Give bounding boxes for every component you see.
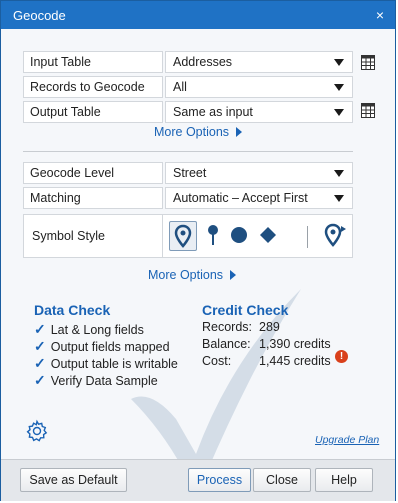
geocode-level-select[interactable]: Street (165, 162, 353, 184)
records-value: All (173, 80, 187, 94)
input-table-label: Input Table (23, 51, 163, 73)
title-bar[interactable]: Geocode × (1, 1, 395, 29)
symbol-style-label: Symbol Style (32, 229, 105, 243)
symbol-diamond-button[interactable] (255, 221, 283, 251)
output-table-label: Output Table (23, 101, 163, 123)
input-table-row: Input Table Addresses (23, 51, 383, 73)
matching-label: Matching (23, 187, 163, 209)
geocode-level-label: Geocode Level (23, 162, 163, 184)
save-as-default-button[interactable]: Save as Default (20, 468, 127, 492)
chevron-down-icon (334, 84, 344, 91)
data-check-title: Data Check (34, 302, 111, 318)
records-label: Records to Geocode (23, 76, 163, 98)
more-options-label: More Options (154, 125, 230, 139)
matching-row: Matching Automatic – Accept First (23, 187, 383, 209)
close-icon[interactable]: × (371, 6, 389, 24)
data-check-item: ✓ Output fields mapped (34, 338, 170, 354)
symbol-style-box: Symbol Style (23, 214, 353, 258)
chevron-down-icon (334, 109, 344, 116)
symbol-pin-button[interactable] (169, 221, 197, 251)
check-icon: ✓ (34, 321, 46, 337)
cost-value: 1,445 credits (259, 354, 331, 368)
input-table-value: Addresses (173, 55, 233, 69)
check-icon: ✓ (34, 338, 46, 354)
matching-value: Automatic – Accept First (173, 191, 308, 205)
table-icon[interactable] (361, 55, 375, 70)
section-divider (23, 151, 353, 152)
symbol-push-pin-button[interactable] (200, 221, 228, 251)
matching-select[interactable]: Automatic – Accept First (165, 187, 353, 209)
balance-value: 1,390 credits (259, 337, 331, 351)
chevron-down-icon (334, 170, 344, 177)
table-icon[interactable] (361, 103, 375, 118)
close-button[interactable]: Close (253, 468, 311, 492)
help-button[interactable]: Help (315, 468, 373, 492)
output-table-select[interactable]: Same as input (165, 101, 353, 123)
geocode-dialog: Geocode × Input Table Addresses Records … (0, 0, 396, 501)
chevron-down-icon (334, 59, 344, 66)
data-check-item: ✓ Verify Data Sample (34, 372, 158, 388)
chevron-down-icon (334, 195, 344, 202)
records-count-label: Records: (202, 320, 253, 334)
circle-icon (231, 227, 247, 243)
check-icon: ✓ (34, 372, 46, 388)
output-table-value: Same as input (173, 105, 253, 119)
input-table-select[interactable]: Addresses (165, 51, 353, 73)
records-row: Records to Geocode All (23, 76, 383, 98)
dialog-footer: Save as Default Process Close Help (1, 459, 395, 501)
symbol-separator (307, 226, 308, 248)
cost-label: Cost: (202, 354, 232, 368)
push-pin-icon (208, 225, 218, 245)
gear-icon[interactable] (25, 419, 49, 443)
process-button[interactable]: Process (188, 468, 251, 492)
symbol-divider (162, 215, 163, 257)
balance-label: Balance: (202, 337, 251, 351)
warning-icon[interactable]: ! (335, 350, 348, 363)
caret-right-icon (230, 270, 237, 280)
more-options-label-2: More Options (148, 268, 224, 282)
upgrade-plan-link[interactable]: Upgrade Plan (315, 434, 379, 446)
map-pin-icon (174, 224, 192, 248)
geocode-level-value: Street (173, 166, 207, 180)
more-options-link[interactable]: More Options (154, 125, 243, 139)
diamond-icon (260, 227, 276, 243)
geocode-level-row: Geocode Level Street (23, 162, 383, 184)
window-title: Geocode (13, 8, 66, 23)
more-options-link-2[interactable]: More Options (148, 268, 237, 282)
caret-right-icon (236, 127, 243, 137)
custom-pin-icon (324, 223, 346, 247)
data-check-item: ✓ Output table is writable (34, 355, 178, 371)
symbol-circle-button[interactable] (226, 221, 254, 251)
output-table-row: Output Table Same as input (23, 101, 383, 123)
records-select[interactable]: All (165, 76, 353, 98)
credit-check-title: Credit Check (202, 302, 289, 318)
custom-symbol-button[interactable] (321, 221, 349, 251)
check-icon: ✓ (34, 355, 46, 371)
records-count-value: 289 (259, 320, 280, 334)
dialog-content: Input Table Addresses Records to Geocode… (1, 29, 395, 478)
data-check-item: ✓ Lat & Long fields (34, 321, 144, 337)
